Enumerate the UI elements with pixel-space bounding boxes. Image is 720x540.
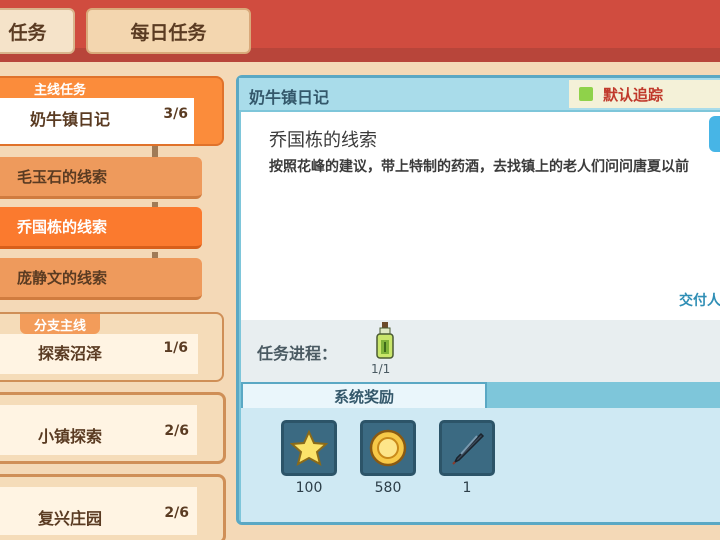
top-bar: 任务 每日任务 xyxy=(0,0,720,62)
reward-item[interactable]: 1 xyxy=(439,420,495,496)
group-badge-branch: 分支主线 xyxy=(20,314,101,334)
group-title: 小镇探索 xyxy=(38,427,103,446)
sub-quest-item[interactable]: 毛玉石的线索 xyxy=(0,157,202,199)
group-title: 复兴庄园 xyxy=(38,509,103,528)
feather-pen-icon xyxy=(452,432,485,465)
reward-item[interactable]: 580 xyxy=(360,420,416,496)
quest-group-main[interactable]: 主线任务 奶牛镇日记 3/6 xyxy=(0,76,224,146)
progress-section: 任务进程： 1/1 xyxy=(241,320,720,382)
reward-item[interactable]: 100 xyxy=(281,420,337,496)
progress-label: 任务进程： xyxy=(257,344,338,363)
reward-amount: 100 xyxy=(295,480,323,496)
group-title: 奶牛镇日记 xyxy=(30,110,111,129)
group-count: 1/6 xyxy=(163,340,188,356)
group-count: 2/6 xyxy=(164,505,189,521)
sub-quest-item[interactable]: 庞静文的线索 xyxy=(0,258,202,300)
progress-count: 1/1 xyxy=(371,362,391,376)
track-label: 默认追踪 xyxy=(603,85,664,104)
tab-main-quests[interactable]: 任务 xyxy=(0,8,75,54)
quest-group-branch[interactable]: 分支主线 探索沼泽 1/6 xyxy=(0,312,224,382)
quest-description-box: 乔国栋的线索 按照花峰的建议，带上特制的药酒，去找镇上的老人们问问唐夏以前 交付… xyxy=(241,112,720,320)
quest-detail-panel: 奶牛镇日记 默认追踪 乔国栋的线索 按照花峰的建议，带上特制的药酒，去找镇上的老… xyxy=(236,75,720,525)
reward-amount: 580 xyxy=(374,480,402,496)
quest-group[interactable]: 复兴庄园 2/6 xyxy=(0,474,226,540)
panel-header: 奶牛镇日记 默认追踪 xyxy=(239,78,720,110)
group-title: 探索沼泽 xyxy=(38,344,103,363)
quest-group[interactable]: 小镇探索 2/6 xyxy=(0,392,226,464)
tab-system-rewards[interactable]: 系统奖励 xyxy=(241,382,487,408)
reward-amount: 1 xyxy=(462,480,472,496)
rewards-area: 100 580 1 xyxy=(241,408,720,522)
quest-name: 奶牛镇日记 xyxy=(249,88,330,107)
navigate-button[interactable] xyxy=(709,116,720,152)
sub-quest-item-selected[interactable]: 乔国栋的线索 xyxy=(0,207,202,249)
medicine-bottle-icon xyxy=(376,322,394,359)
gold-coin-icon xyxy=(369,429,407,467)
tab-daily-quests[interactable]: 每日任务 xyxy=(86,8,251,54)
sub-quest-title: 乔国栋的线索 xyxy=(269,130,377,151)
default-track-toggle[interactable]: 默认追踪 xyxy=(569,80,720,108)
group-count: 2/6 xyxy=(164,423,189,439)
quest-description: 按照花峰的建议，带上特制的药酒，去找镇上的老人们问问唐夏以前 xyxy=(269,159,689,175)
group-count: 3/6 xyxy=(163,106,188,122)
group-badge-main: 主线任务 xyxy=(34,82,87,98)
track-checkbox-icon xyxy=(579,87,593,101)
quest-list: 主线任务 奶牛镇日记 3/6 毛玉石的线索 乔国栋的线索 庞静文的线索 分支主线… xyxy=(0,62,232,540)
star-icon xyxy=(290,429,328,466)
hand-in-label[interactable]: 交付人 xyxy=(679,290,720,310)
